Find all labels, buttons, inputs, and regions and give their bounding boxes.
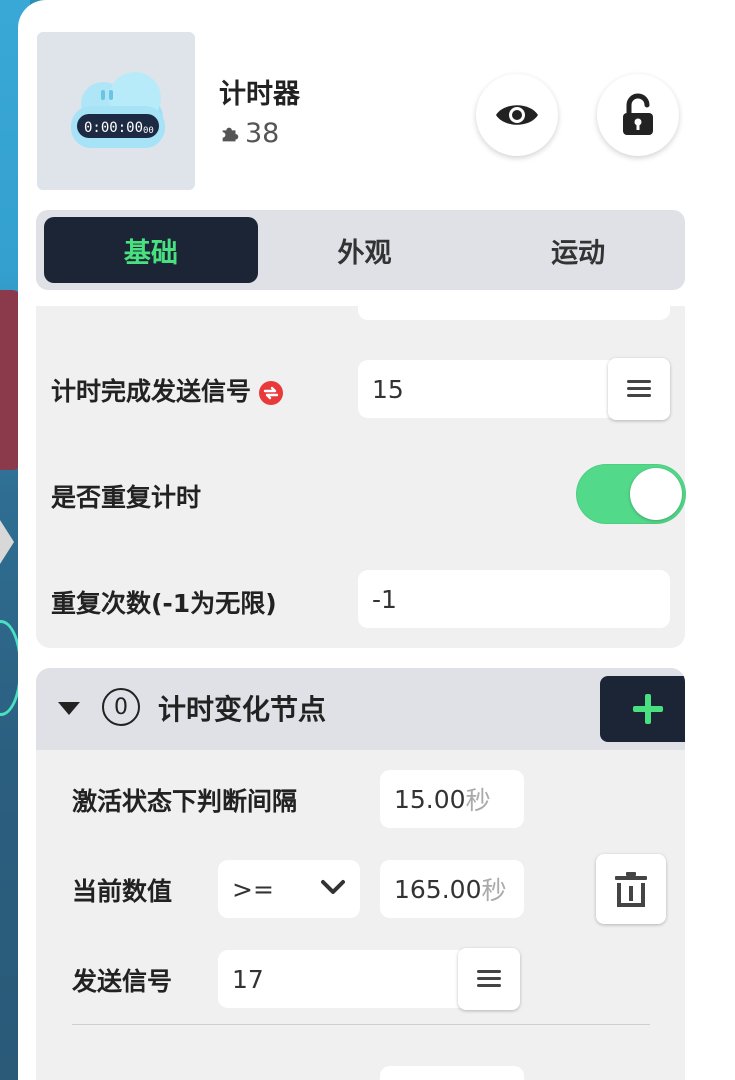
operator-select[interactable]: >=	[218, 860, 360, 918]
lock-button[interactable]	[597, 74, 679, 156]
basic-settings-card: 计时完成发送信号 15 是否重复计时 重复次数(-1为无限) -1	[36, 294, 686, 648]
thumbnail-time-text: 0:00:00	[84, 120, 143, 136]
timer-nodes-card: 0 计时变化节点 激活状态下判断间隔 15.00 秒 当前数值 >= 165.00…	[36, 668, 685, 1080]
tab-appearance[interactable]: 外观	[258, 217, 472, 283]
current-value-input[interactable]: 165.00 秒	[380, 860, 524, 918]
repeat-count-input[interactable]: -1	[358, 570, 670, 628]
tab-basic[interactable]: 基础	[44, 217, 258, 283]
toggle-knob	[630, 468, 682, 520]
properties-panel: 0:00:00 00 计时器 38 基础 外观 运动 计时完成发送信号 15 是…	[18, 0, 735, 1080]
current-value-label: 当前数值	[72, 877, 173, 906]
tab-motion[interactable]: 运动	[471, 217, 685, 283]
tab-bar: 基础 外观 运动	[36, 210, 685, 290]
node-signal-input[interactable]: 17	[218, 950, 468, 1008]
object-thumbnail: 0:00:00 00	[37, 32, 195, 190]
add-node-button[interactable]	[600, 676, 685, 742]
delete-node-button[interactable]	[596, 854, 666, 924]
interval-value: 15.00	[394, 784, 466, 814]
hamburger-icon	[627, 380, 651, 398]
object-count-value: 38	[245, 118, 280, 149]
scrolled-input[interactable]	[358, 294, 670, 320]
repeat-toggle[interactable]	[576, 464, 686, 524]
timer-cloud-icon: 0:00:00 00	[71, 72, 165, 148]
hamburger-icon	[477, 970, 501, 988]
operator-value: >=	[232, 874, 274, 904]
object-count: 38	[219, 118, 279, 149]
send-signal-row-label: 计时完成发送信号	[51, 372, 285, 408]
eye-icon	[496, 105, 538, 125]
trash-icon	[615, 872, 647, 907]
node-divider	[72, 1024, 650, 1025]
node-count-badge: 0	[102, 688, 140, 726]
send-signal-label: 发送信号	[72, 967, 173, 996]
plus-icon	[633, 694, 663, 724]
interval-label: 激活状态下判断间隔	[72, 787, 298, 816]
interval-input[interactable]: 15.00 秒	[380, 770, 524, 828]
caret-down-icon[interactable]	[58, 702, 80, 715]
timer-nodes-header[interactable]: 0 计时变化节点	[36, 668, 685, 750]
signal-icon	[259, 381, 284, 405]
current-value: 165.00	[394, 874, 482, 904]
send-signal-input[interactable]: 15	[358, 360, 618, 418]
timer-nodes-title: 计时变化节点	[158, 693, 327, 726]
object-title: 计时器	[219, 79, 300, 110]
svg-text:00: 00	[143, 126, 154, 136]
chevron-down-icon	[321, 880, 345, 894]
current-value-unit: 秒	[481, 876, 507, 905]
puzzle-icon	[222, 127, 239, 141]
repeat-label: 是否重复计时	[51, 483, 202, 512]
unlock-icon	[623, 93, 653, 135]
repeat-count-label: 重复次数(-1为无限)	[51, 589, 277, 618]
scene-collapse-arrow[interactable]	[0, 520, 14, 564]
object-header: 0:00:00 00 计时器 38	[18, 0, 735, 200]
node-signal-menu-button[interactable]	[458, 948, 520, 1010]
next-node-input[interactable]	[380, 1066, 524, 1080]
visibility-button[interactable]	[476, 74, 558, 156]
send-signal-menu-button[interactable]	[608, 358, 670, 420]
interval-unit: 秒	[465, 786, 491, 815]
